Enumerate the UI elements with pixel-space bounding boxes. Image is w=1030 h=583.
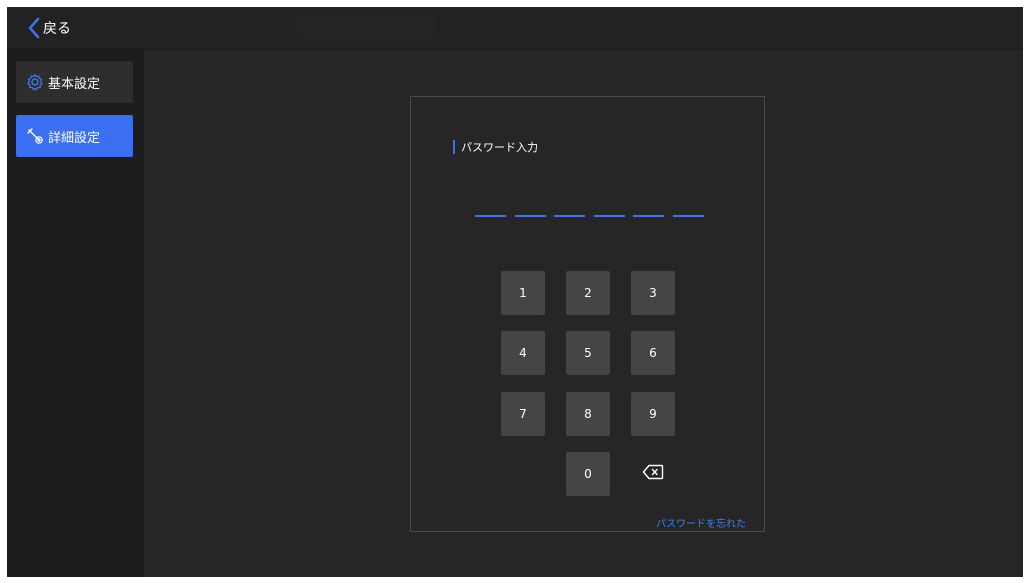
back-button[interactable]: 戻る [27, 15, 71, 41]
gear-icon [26, 73, 44, 91]
keypad-key-0[interactable]: 0 [566, 452, 610, 496]
sidebar-item-basic-settings[interactable]: 基本設定 [16, 61, 133, 103]
dialog-title: パスワード入力 [453, 139, 538, 155]
app-window: 戻る 基本設定 詳細設定 パスワード入力 1 2 3 4 5 6 7 8 9 0… [7, 7, 1023, 577]
pin-digit-slot [475, 215, 506, 217]
forgot-password-link[interactable]: パスワードを忘れた [656, 515, 746, 530]
keypad-key-6[interactable]: 6 [631, 331, 675, 375]
sidebar-item-label: 詳細設定 [48, 130, 101, 146]
title-accent-bar [453, 140, 455, 154]
keypad-key-3[interactable]: 3 [631, 271, 675, 315]
top-bar: 戻る [7, 7, 1023, 50]
pin-digit-slot [554, 215, 585, 217]
topbar-blank-area [297, 11, 437, 39]
pin-digit-slot [673, 215, 704, 217]
backspace-icon [642, 464, 664, 484]
keypad-key-5[interactable]: 5 [566, 331, 610, 375]
sidebar-item-advanced-settings[interactable]: 詳細設定 [16, 115, 133, 157]
pin-digit-slot [594, 215, 625, 217]
sidebar: 基本設定 詳細設定 [7, 50, 144, 577]
keypad-key-2[interactable]: 2 [566, 271, 610, 315]
dialog-title-text: パスワード入力 [461, 141, 538, 154]
keypad-key-8[interactable]: 8 [566, 392, 610, 436]
pin-digit-slot [633, 215, 664, 217]
sidebar-item-label: 基本設定 [48, 76, 101, 92]
backspace-button[interactable] [631, 452, 675, 496]
wrench-icon [26, 127, 44, 145]
keypad-key-9[interactable]: 9 [631, 392, 675, 436]
keypad-key-1[interactable]: 1 [501, 271, 545, 315]
password-dialog: パスワード入力 1 2 3 4 5 6 7 8 9 0 パスワードを忘れた [410, 96, 765, 532]
back-label: 戻る [43, 21, 71, 37]
pin-digit-slot [515, 215, 546, 217]
keypad-key-7[interactable]: 7 [501, 392, 545, 436]
chevron-left-icon [27, 17, 41, 39]
keypad-key-4[interactable]: 4 [501, 331, 545, 375]
